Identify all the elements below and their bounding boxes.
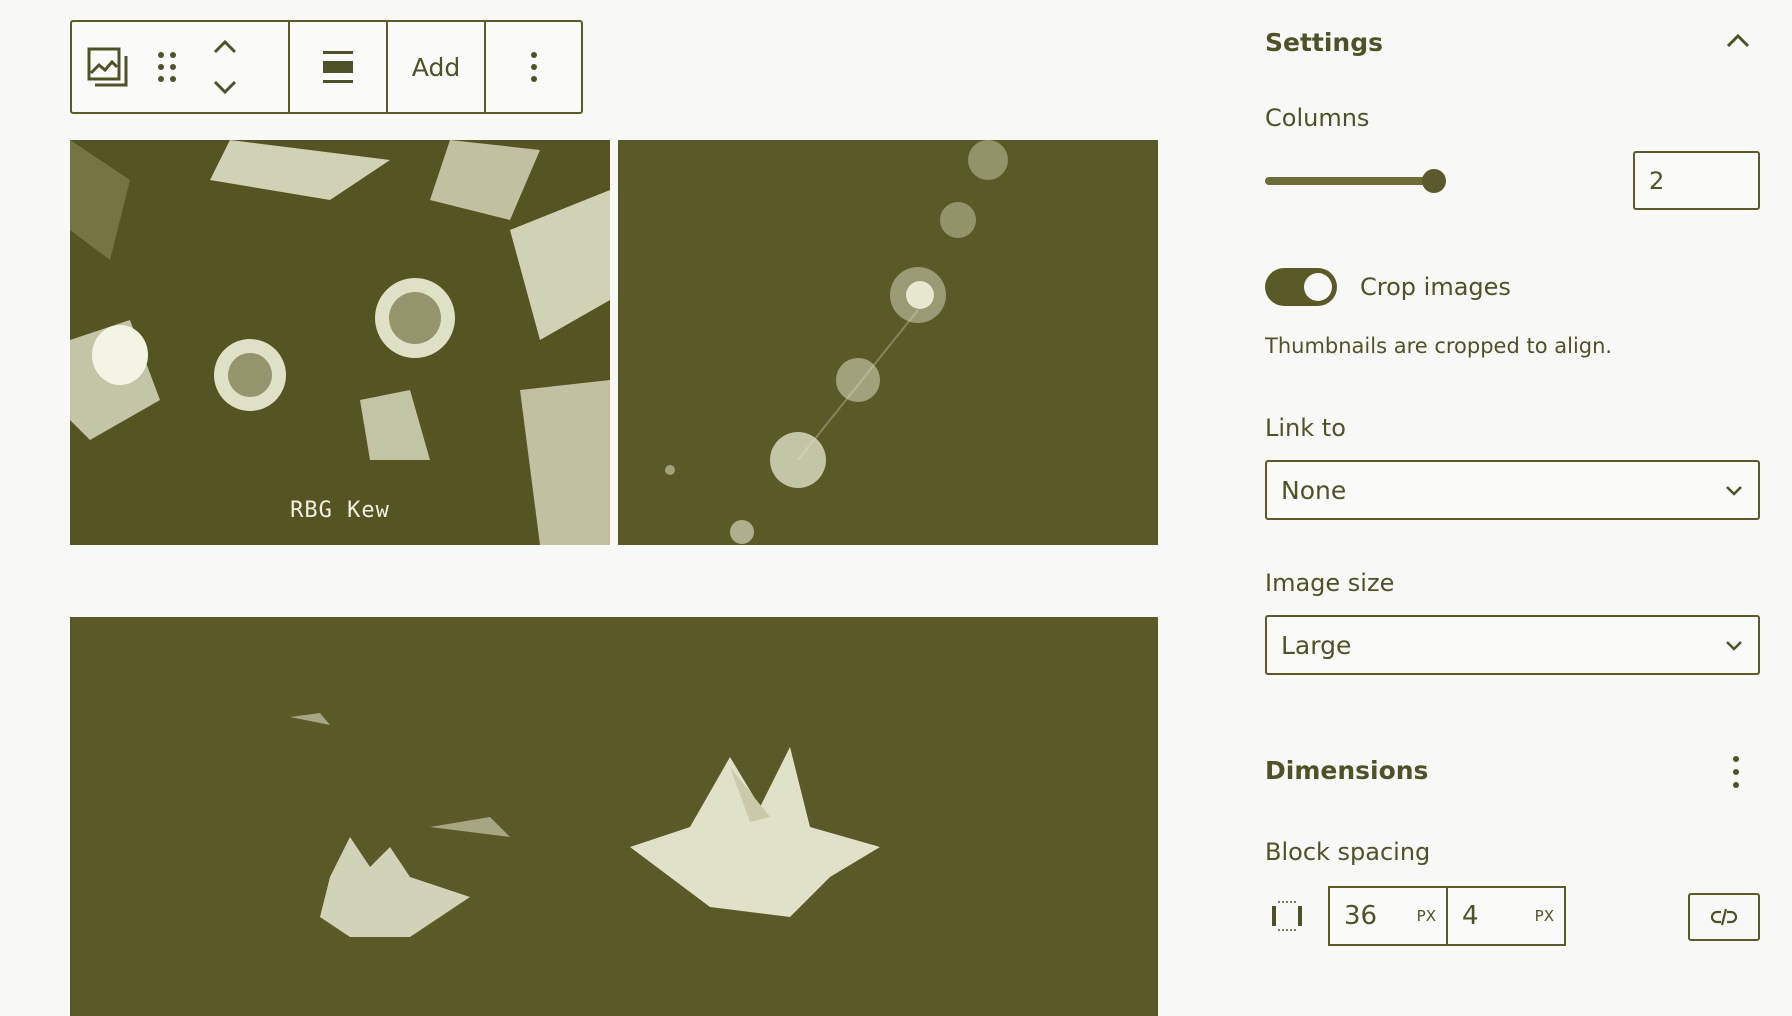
image-caption: RBG Kew xyxy=(290,498,390,523)
add-button[interactable]: Add xyxy=(388,22,484,112)
spacing-side-icon xyxy=(1268,898,1308,934)
align-icon xyxy=(323,51,353,83)
toolbar-group-more xyxy=(486,22,581,112)
gallery-icon xyxy=(87,47,128,87)
crop-images-toggle[interactable] xyxy=(1265,268,1337,306)
move-down-button[interactable] xyxy=(211,67,239,107)
toolbar-group-block xyxy=(72,22,290,112)
water-lily-image[interactable] xyxy=(70,617,1158,1016)
more-options-icon xyxy=(1733,756,1739,788)
block-toolbar: Add xyxy=(70,20,583,114)
chevron-down-icon xyxy=(1726,641,1742,651)
toolbar-group-align xyxy=(290,22,388,112)
vertical-spacing-value: 4 xyxy=(1462,901,1479,931)
vertical-spacing-unit[interactable]: PX xyxy=(1535,907,1554,925)
gallery-block-button[interactable] xyxy=(72,22,144,112)
crop-images-label: Crop images xyxy=(1360,273,1511,301)
columns-slider-track[interactable] xyxy=(1265,177,1433,185)
horizontal-spacing-input[interactable]: 36 PX xyxy=(1328,886,1448,946)
dimensions-panel-title: Dimensions xyxy=(1265,756,1429,785)
vertical-spacing-input[interactable]: 4 PX xyxy=(1446,886,1566,946)
flowers-image-graphic xyxy=(70,140,610,545)
columns-input[interactable]: 2 xyxy=(1633,151,1760,210)
more-options-icon xyxy=(530,52,537,82)
water-lily-image-graphic xyxy=(70,617,1158,1016)
link-to-value: None xyxy=(1281,475,1347,505)
flowers-image[interactable]: RBG Kew xyxy=(70,140,610,545)
dimensions-options-button[interactable] xyxy=(1724,752,1748,792)
collapse-settings-button[interactable] xyxy=(1720,26,1756,56)
chevron-down-icon xyxy=(1726,486,1742,496)
settings-panel-title: Settings xyxy=(1265,28,1384,57)
move-buttons xyxy=(190,22,260,112)
columns-label: Columns xyxy=(1265,104,1370,132)
unlink-icon xyxy=(1710,908,1738,926)
columns-slider-thumb[interactable] xyxy=(1422,169,1446,193)
unlink-sides-button[interactable] xyxy=(1688,893,1760,941)
flower-spikes-image-graphic xyxy=(618,140,1158,545)
block-spacing-label: Block spacing xyxy=(1265,838,1431,866)
flower-spikes-image[interactable] xyxy=(618,140,1158,545)
image-size-value: Large xyxy=(1281,630,1352,660)
drag-handle-icon xyxy=(158,52,176,82)
toolbar-group-add: Add xyxy=(388,22,486,112)
image-size-select[interactable]: Large xyxy=(1265,615,1760,675)
crop-images-help: Thumbnails are cropped to align. xyxy=(1265,334,1613,358)
align-button[interactable] xyxy=(290,22,386,112)
horizontal-spacing-unit[interactable]: PX xyxy=(1417,907,1436,925)
chevron-up-icon xyxy=(1726,33,1750,48)
image-size-label: Image size xyxy=(1265,569,1395,597)
link-to-select[interactable]: None xyxy=(1265,460,1760,520)
toggle-knob xyxy=(1304,273,1332,301)
horizontal-spacing-value: 36 xyxy=(1344,901,1378,931)
more-options-button[interactable] xyxy=(486,22,581,112)
drag-handle-button[interactable] xyxy=(144,22,190,112)
move-up-icon xyxy=(213,39,237,54)
move-up-button[interactable] xyxy=(211,27,239,67)
link-to-label: Link to xyxy=(1265,414,1346,442)
move-down-icon xyxy=(213,80,237,95)
